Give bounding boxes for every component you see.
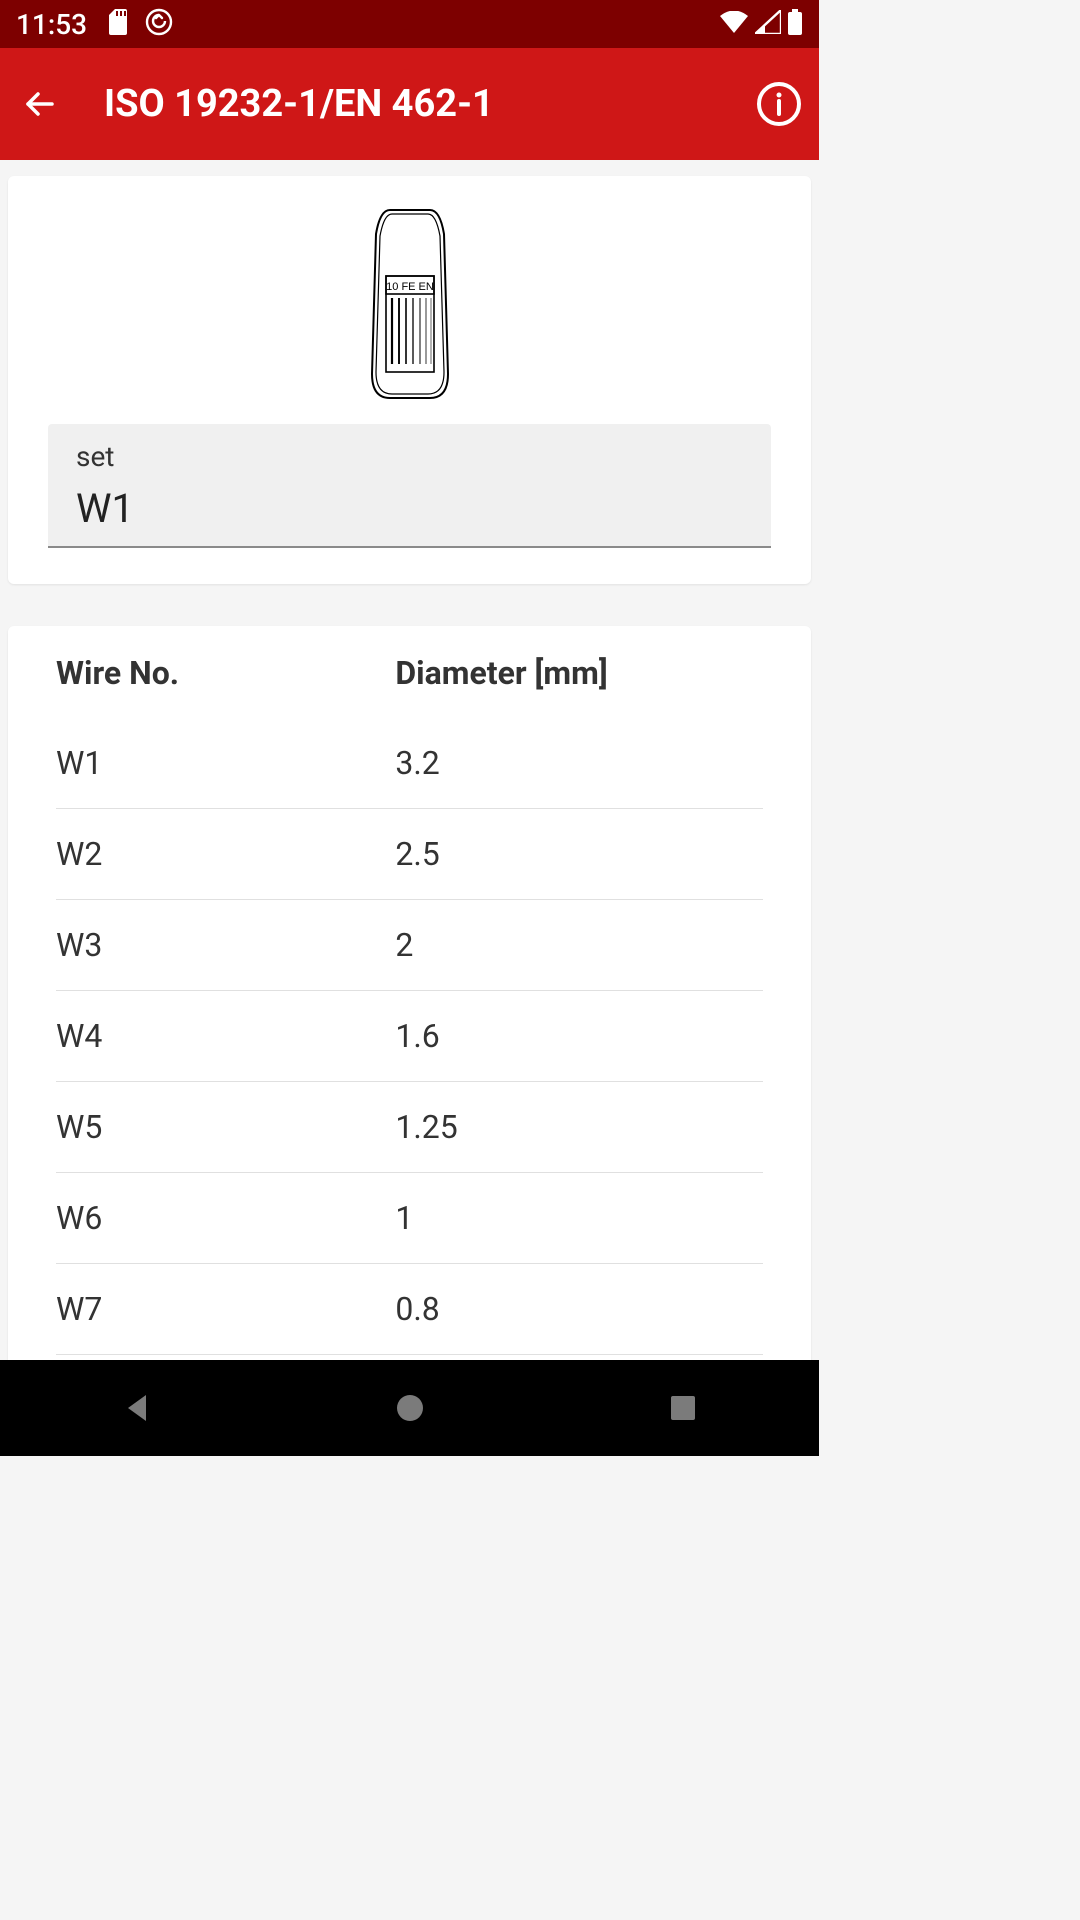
set-card: 10 FE EN set W1 (8, 176, 811, 584)
cell-diameter: 3.2 (395, 744, 763, 782)
cell-wire: W1 (56, 744, 395, 782)
set-field-value: W1 (76, 485, 743, 532)
table-row: W51.25 (56, 1082, 763, 1173)
nav-recent-button[interactable] (662, 1387, 704, 1429)
table-row: W61 (56, 1173, 763, 1264)
set-field-label: set (76, 440, 743, 473)
info-button[interactable] (755, 80, 803, 128)
no-sync-icon (145, 8, 173, 40)
iqi-illustration: 10 FE EN (48, 204, 771, 404)
svg-text:10 FE EN: 10 FE EN (386, 281, 434, 293)
sd-card-icon (107, 9, 129, 39)
table-row: W41.6 (56, 991, 763, 1082)
battery-icon (787, 9, 803, 39)
cell-diameter: 1.6 (395, 1017, 763, 1055)
table-row: W70.8 (56, 1264, 763, 1355)
table-row: W13.2 (56, 718, 763, 809)
cell-wire: W5 (56, 1108, 395, 1146)
wire-table-card: Wire No. Diameter [mm] W13.2W22.5W32W41.… (8, 626, 811, 1383)
cell-wire: W7 (56, 1290, 395, 1328)
cell-diameter: 2.5 (395, 835, 763, 873)
cell-diameter: 2 (395, 926, 763, 964)
column-header-diameter: Diameter [mm] (395, 654, 763, 692)
cell-wire: W3 (56, 926, 395, 964)
column-header-wire: Wire No. (56, 654, 395, 692)
cell-wire: W6 (56, 1199, 395, 1237)
cell-signal-icon (755, 10, 781, 38)
cell-wire: W2 (56, 835, 395, 873)
table-row: W32 (56, 900, 763, 991)
nav-back-button[interactable] (116, 1387, 158, 1429)
table-row: W22.5 (56, 809, 763, 900)
page-title: ISO 19232-1/EN 462-1 (104, 82, 494, 126)
status-bar: 11:53 (0, 0, 819, 48)
back-button[interactable] (16, 80, 64, 128)
table-header: Wire No. Diameter [mm] (56, 654, 763, 718)
nav-home-button[interactable] (389, 1387, 431, 1429)
cell-diameter: 1.25 (395, 1108, 763, 1146)
system-nav-bar (0, 1360, 819, 1456)
status-time: 11:53 (16, 8, 87, 41)
wifi-icon (719, 11, 749, 37)
cell-diameter: 1 (395, 1199, 763, 1237)
set-dropdown[interactable]: set W1 (48, 424, 771, 548)
app-bar: ISO 19232-1/EN 462-1 (0, 48, 819, 160)
cell-diameter: 0.8 (395, 1290, 763, 1328)
cell-wire: W4 (56, 1017, 395, 1055)
